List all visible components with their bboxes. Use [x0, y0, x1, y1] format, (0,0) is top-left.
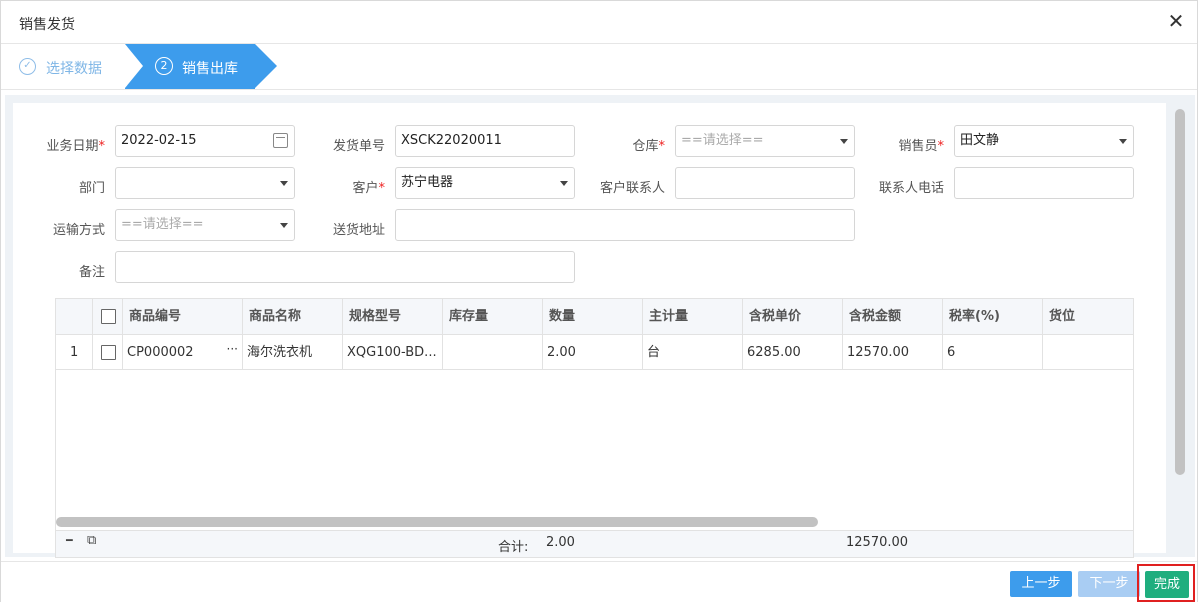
- calendar-icon[interactable]: [273, 133, 288, 148]
- contact-label: 客户联系人: [599, 181, 665, 196]
- col-header[interactable]: 主计量: [642, 299, 742, 335]
- prev-step-button[interactable]: 上一步: [1010, 571, 1072, 597]
- chevron-down-icon: [280, 223, 288, 228]
- minus-icon[interactable]: ━: [66, 534, 73, 547]
- col-header[interactable]: 数量: [542, 299, 642, 335]
- dialog-title: 销售发货: [19, 17, 75, 33]
- step-label: 选择数据: [46, 61, 102, 77]
- date-label: 业务日期*: [46, 139, 105, 154]
- warehouse-select[interactable]: ==请选择==: [675, 125, 855, 157]
- row-checkbox[interactable]: [101, 345, 116, 360]
- row-index: 1: [70, 345, 79, 360]
- dept-select[interactable]: [115, 167, 295, 199]
- warehouse-label: 仓库*: [632, 139, 665, 154]
- close-icon[interactable]: ✕: [1165, 10, 1187, 32]
- dept-label: 部门: [78, 181, 105, 196]
- docno-input[interactable]: XSCK22020011: [395, 125, 575, 157]
- cell-unit[interactable]: 台: [642, 335, 742, 370]
- next-step-button[interactable]: 下一步: [1078, 571, 1140, 597]
- address-label: 送货地址: [332, 223, 385, 238]
- dialog-footer: 上一步 下一步 完成: [1, 561, 1197, 603]
- step-select-data[interactable]: ✓ 选择数据: [1, 44, 127, 89]
- remark-input[interactable]: [115, 251, 575, 283]
- step-sales-outbound[interactable]: 2 销售出库: [125, 44, 277, 89]
- step-label: 销售出库: [182, 61, 238, 77]
- select-all-checkbox[interactable]: [101, 309, 116, 324]
- col-header[interactable]: 货位: [1042, 299, 1133, 335]
- content-area: 业务日期* 2022-02-15 发货单号 XSCK22020011 仓库* =…: [5, 95, 1195, 558]
- phone-label: 联系人电话: [878, 181, 944, 196]
- more-icon[interactable]: ···: [227, 335, 238, 367]
- cell-tax[interactable]: 6: [942, 335, 1042, 370]
- col-header[interactable]: 商品名称: [242, 299, 342, 335]
- cell-qty[interactable]: 2.00: [542, 335, 642, 370]
- done-button-highlight: 完成: [1137, 564, 1195, 602]
- col-header[interactable]: 税率(%): [942, 299, 1042, 335]
- customer-label: 客户*: [352, 181, 385, 196]
- chevron-down-icon: [840, 139, 848, 144]
- docno-label: 发货单号: [332, 139, 385, 154]
- col-header[interactable]: 库存量: [442, 299, 542, 335]
- cell-spec[interactable]: XQG100-BD...: [342, 335, 442, 370]
- cell-code[interactable]: CP000002 ···: [122, 335, 242, 370]
- check-circle-icon: ✓: [19, 58, 36, 75]
- col-header[interactable]: 规格型号: [342, 299, 442, 335]
- step-number: 2: [155, 57, 173, 75]
- col-header[interactable]: 含税单价: [742, 299, 842, 335]
- copy-icon[interactable]: ⧉: [87, 533, 96, 548]
- grid-footer: ━ ⧉ 合计: 2.00 12570.00: [56, 530, 1133, 557]
- grid-header: 商品编号 商品名称 规格型号 库存量 数量 主计量 含税单价 含税金额 税率(%…: [56, 299, 1133, 335]
- vertical-scrollbar[interactable]: [1175, 109, 1185, 475]
- salesman-select[interactable]: 田文静: [954, 125, 1134, 157]
- chevron-down-icon: [1119, 139, 1127, 144]
- sum-qty: 2.00: [546, 535, 575, 550]
- address-input[interactable]: [395, 209, 855, 241]
- product-grid: 商品编号 商品名称 规格型号 库存量 数量 主计量 含税单价 含税金额 税率(%…: [55, 298, 1134, 558]
- transport-label: 运输方式: [52, 223, 105, 238]
- cell-amount[interactable]: 12570.00: [842, 335, 942, 370]
- customer-select[interactable]: 苏宁电器: [395, 167, 575, 199]
- cell-location[interactable]: [1042, 335, 1133, 370]
- transport-select[interactable]: ==请选择==: [115, 209, 295, 241]
- done-button[interactable]: 完成: [1145, 571, 1189, 598]
- col-header[interactable]: 含税金额: [842, 299, 942, 335]
- cell-stock[interactable]: [442, 335, 542, 370]
- step-bar: ✓ 选择数据 2 销售出库: [1, 44, 1197, 90]
- contact-input[interactable]: [675, 167, 855, 199]
- sum-label: 合计:: [498, 540, 529, 555]
- cell-name[interactable]: 海尔洗衣机: [242, 335, 342, 370]
- grid-divider: [92, 335, 93, 370]
- date-input[interactable]: 2022-02-15: [115, 125, 295, 157]
- table-row[interactable]: 1 CP000002 ··· 海尔洗衣机 XQG100-BD... 2.00 台…: [56, 335, 1133, 370]
- chevron-down-icon: [280, 181, 288, 186]
- phone-input[interactable]: [954, 167, 1134, 199]
- remark-label: 备注: [78, 265, 105, 280]
- grid-divider: [92, 299, 93, 335]
- form-panel: 业务日期* 2022-02-15 发货单号 XSCK22020011 仓库* =…: [13, 103, 1166, 558]
- sales-delivery-dialog: 销售发货 ✕ ✓ 选择数据 2 销售出库 业务日期* 2022-02-15 发货…: [0, 0, 1198, 603]
- salesman-label: 销售员*: [898, 139, 944, 154]
- dialog-titlebar: 销售发货 ✕: [1, 1, 1197, 44]
- col-header[interactable]: 商品编号: [122, 299, 242, 335]
- cell-price[interactable]: 6285.00: [742, 335, 842, 370]
- sum-amount: 12570.00: [846, 535, 909, 550]
- horizontal-scrollbar[interactable]: [56, 517, 818, 527]
- chevron-down-icon: [560, 181, 568, 186]
